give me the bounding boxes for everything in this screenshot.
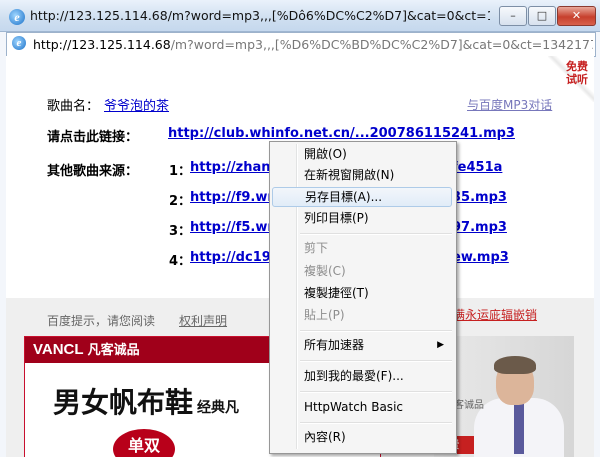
menu-item-all-accelerators-label: 所有加速器	[304, 338, 365, 352]
source-link-1[interactable]: http://zhang	[190, 160, 280, 175]
menu-item-open[interactable]: 開啟(O)	[272, 144, 452, 164]
promo-link[interactable]: 满永运庛辐嵌销	[453, 306, 537, 323]
badge-line2: 试听	[566, 73, 588, 86]
song-name-link[interactable]: 爷爷泡的茶	[104, 95, 169, 114]
internet-explorer-icon: e	[12, 36, 26, 50]
menu-item-paste: 貼上(P)	[304, 308, 345, 322]
source-link-4-tail[interactable]: ew.mp3	[452, 250, 509, 265]
menu-separator	[300, 422, 452, 424]
model-tie	[514, 402, 524, 454]
address-path: /m?word=mp3,,,[%D6%DC%BD%DC%C2%D7]&cat=0…	[170, 37, 593, 52]
window-title: http://123.125.114.68/m?word=mp3,,,[%Dô6…	[30, 8, 490, 23]
menu-separator	[300, 233, 452, 235]
vancl-headline: 男女帆布鞋 经典凡	[53, 381, 239, 421]
source-link-1-tail[interactable]: fe451a	[452, 160, 502, 175]
menu-item-copy: 複製(C)	[304, 264, 346, 278]
context-menu: 開啟(O) 在新視窗開啟(N) 另存目標(A)... 列印目標(P) 剪下 複製…	[269, 141, 457, 454]
menu-item-add-to-favorites[interactable]: 加到我的最愛(F)...	[272, 366, 452, 386]
menu-separator	[300, 330, 452, 332]
rights-statement-link[interactable]: 权利声明	[179, 312, 227, 329]
click-link-label: 请点击此链接：	[47, 130, 139, 145]
main-download-link[interactable]: http://club.whinfo.net.cn/...20078611524…	[168, 126, 515, 141]
badge-line1: 免费	[566, 60, 588, 73]
source-link-4[interactable]: http://dc199	[190, 250, 280, 265]
menu-separator	[300, 391, 452, 393]
menu-item-copy-shortcut[interactable]: 複製捷徑(T)	[272, 283, 452, 303]
title-bar: e http://123.125.114.68/m?word=mp3,,,[%D…	[0, 0, 600, 32]
song-name-label: 歌曲名：	[47, 99, 100, 114]
source-link-2-tail[interactable]: 35.mp3	[452, 190, 507, 205]
submenu-arrow-icon: ▶	[437, 340, 444, 350]
free-listen-badge-text[interactable]: 免费 试听	[560, 60, 594, 86]
vancl-sub: 凡客诚品	[87, 342, 140, 357]
vancl-small-text: 经典凡	[197, 400, 240, 416]
menu-item-open-new-window[interactable]: 在新視窗開啟(N)	[272, 165, 452, 185]
minimize-button[interactable]: –	[499, 6, 527, 26]
address-url[interactable]: http://123.125.114.68/m?word=mp3,,,[%D6%…	[33, 37, 593, 52]
baidu-tip: 百度提示，请您阅读	[47, 314, 156, 328]
source-number: 4：	[169, 254, 192, 269]
model-hair	[494, 356, 536, 374]
menu-item-httpwatch[interactable]: HttpWatch Basic	[272, 397, 452, 417]
menu-item-save-target-as[interactable]: 另存目標(A)...	[272, 187, 452, 207]
source-link-3-tail[interactable]: 97.mp3	[452, 220, 507, 235]
maximize-button[interactable]: □	[528, 6, 556, 26]
address-host: http://123.125.114.68	[33, 37, 171, 52]
compare-mp3-link[interactable]: 与百度MP3对话	[467, 96, 552, 113]
menu-item-print-target[interactable]: 列印目標(P)	[272, 208, 452, 228]
other-sources-label: 其他歌曲来源：	[47, 164, 139, 179]
menu-item-properties[interactable]: 內容(R)	[272, 427, 452, 447]
menu-item-all-accelerators[interactable]: 所有加速器 ▶	[272, 335, 452, 355]
menu-separator	[300, 360, 452, 362]
vancl-main-text: 男女帆布鞋	[53, 386, 194, 419]
vancl-brand: VANCL	[33, 341, 84, 358]
menu-item-cut: 剪下	[304, 241, 329, 255]
source-number: 2：	[169, 194, 192, 209]
vancl-badge: 单双	[113, 429, 175, 457]
source-number: 1：	[169, 164, 192, 179]
source-number: 3：	[169, 224, 192, 239]
close-button[interactable]: ✕	[557, 6, 596, 26]
address-bar[interactable]: e http://123.125.114.68/m?word=mp3,,,[%D…	[6, 32, 596, 57]
internet-explorer-icon: e	[9, 9, 25, 25]
